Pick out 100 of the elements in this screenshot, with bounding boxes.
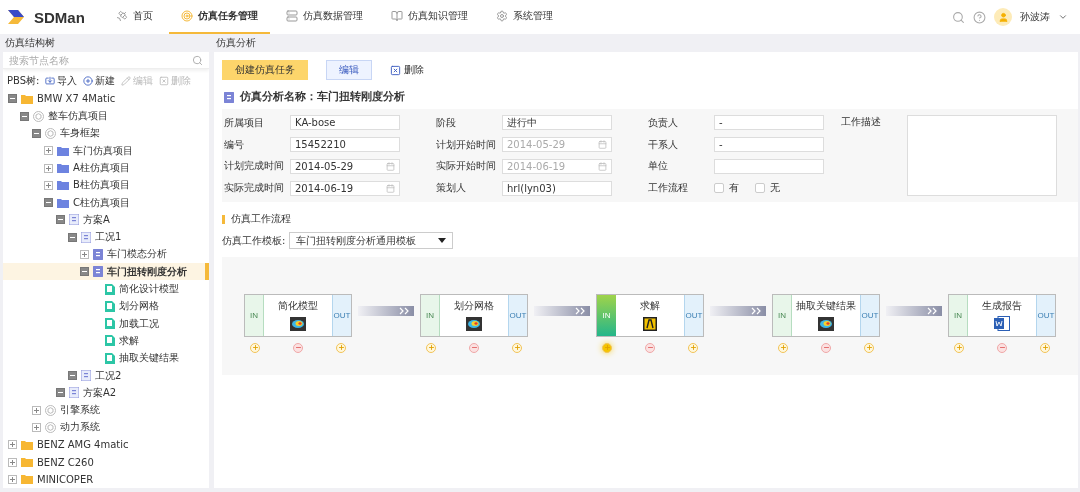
search-icon[interactable]: [952, 10, 965, 24]
tree-item[interactable]: B柱仿真项目: [3, 176, 209, 194]
tree-item[interactable]: 车门模态分析: [3, 245, 209, 264]
toolbar-action[interactable]: 导入: [45, 74, 78, 89]
field-label: 仿真工作模板:: [222, 233, 286, 248]
remove-button[interactable]: [469, 342, 479, 353]
document-icon: [105, 335, 115, 347]
search-icon[interactable]: [192, 54, 203, 66]
tree-item[interactable]: 工况2: [3, 366, 209, 385]
tree-item[interactable]: 车门扭转刚度分析: [3, 263, 209, 281]
remove-button[interactable]: [821, 342, 831, 353]
tree-item[interactable]: 简化设计模型: [3, 280, 209, 298]
tree-item[interactable]: 工况1: [3, 228, 209, 246]
add-button[interactable]: [688, 342, 698, 353]
add-button[interactable]: [602, 342, 612, 353]
tree-item[interactable]: 动力系统: [3, 418, 209, 437]
search-field[interactable]: 搜索节点名称: [9, 54, 192, 66]
help-icon[interactable]: [973, 10, 986, 24]
checkbox[interactable]: [714, 183, 724, 194]
tree-item[interactable]: A柱仿真项目: [3, 159, 209, 177]
template-select[interactable]: 车门扭转刚度分析通用模板: [289, 232, 454, 249]
tree-item[interactable]: 划分网格: [3, 297, 209, 316]
tree-item[interactable]: MINICOPER: [3, 470, 209, 488]
remove-button[interactable]: [997, 342, 1007, 353]
user-name[interactable]: 孙波涛: [1020, 10, 1050, 24]
add-button[interactable]: [864, 342, 874, 353]
avatar-icon[interactable]: [994, 8, 1012, 26]
expand-icon[interactable]: [32, 422, 41, 432]
workflow-node[interactable]: IN 求解 OUT: [596, 293, 704, 337]
expand-icon[interactable]: [44, 146, 53, 156]
calendar-icon[interactable]: [386, 183, 395, 193]
tree-item[interactable]: 抽取关键结果: [3, 349, 209, 367]
collapse-icon[interactable]: [8, 94, 17, 104]
workflow-node[interactable]: IN 划分网格 OUT: [420, 293, 528, 337]
date-field[interactable]: 2014-06-19: [290, 180, 400, 196]
minus-icon: [998, 344, 1006, 351]
tree-item[interactable]: 方案A: [3, 211, 209, 229]
input-field[interactable]: [714, 158, 824, 174]
tree-item[interactable]: BMW X7 4Matic: [3, 90, 209, 108]
input-field[interactable]: -: [714, 137, 824, 153]
input-field[interactable]: 进行中: [502, 115, 612, 131]
workflow-node[interactable]: IN 简化模型 OUT: [244, 293, 352, 337]
workflow-node[interactable]: IN 抽取关键结果 OUT: [772, 293, 880, 337]
add-button[interactable]: [250, 342, 260, 353]
collapse-icon[interactable]: [56, 388, 65, 398]
collapse-icon[interactable]: [80, 267, 89, 277]
tree-item[interactable]: 引擎系统: [3, 401, 209, 419]
add-button[interactable]: [426, 342, 436, 353]
input-field[interactable]: -: [714, 115, 824, 131]
expand-icon[interactable]: [8, 457, 17, 467]
input-field[interactable]: hrl(lyn03): [502, 180, 612, 196]
tree-item[interactable]: BENZ C260: [3, 453, 209, 471]
add-button[interactable]: [336, 342, 346, 353]
expand-icon[interactable]: [80, 250, 89, 259]
add-button[interactable]: [512, 342, 522, 353]
tree-item[interactable]: 车门仿真项目: [3, 142, 209, 160]
nav-tab[interactable]: 系统管理: [484, 0, 565, 34]
remove-button[interactable]: [293, 342, 303, 353]
tree-item[interactable]: 车身框架: [3, 124, 209, 143]
nav-tab[interactable]: 仿真数据管理: [274, 0, 375, 34]
pencil-icon: [121, 76, 132, 87]
checkbox[interactable]: [755, 183, 765, 194]
input-field[interactable]: 15452210: [290, 137, 400, 153]
edit-button[interactable]: 编辑: [326, 60, 372, 80]
nav-tab[interactable]: 仿真知识管理: [379, 0, 480, 34]
date-field[interactable]: 2014-05-29: [290, 158, 400, 174]
add-button[interactable]: [1040, 342, 1050, 353]
expand-icon[interactable]: [8, 440, 17, 450]
document-icon: [93, 266, 103, 278]
expand-icon[interactable]: [8, 474, 17, 484]
collapse-icon[interactable]: [56, 215, 65, 225]
add-button[interactable]: [778, 342, 788, 353]
nav-tab[interactable]: 仿真任务管理: [169, 0, 270, 34]
delete-button[interactable]: 删除: [384, 62, 430, 78]
tree-item[interactable]: 整车仿真项目: [3, 107, 209, 125]
document-icon: [105, 300, 115, 312]
collapse-icon[interactable]: [20, 111, 29, 121]
caret-icon[interactable]: [1058, 12, 1068, 22]
expand-icon[interactable]: [32, 405, 41, 415]
field-label: 干系人: [648, 137, 679, 152]
input-field[interactable]: KA-bose: [290, 115, 400, 131]
remove-button[interactable]: [645, 342, 655, 353]
collapse-icon[interactable]: [68, 232, 77, 242]
workflow-node[interactable]: IN 生成报告 OUT: [948, 293, 1056, 337]
add-button[interactable]: [954, 342, 964, 353]
collapse-icon[interactable]: [44, 198, 53, 208]
create-button[interactable]: 创建仿真任务: [222, 60, 308, 80]
document-icon: [93, 249, 103, 260]
tree-item[interactable]: BENZ AMG 4matic: [3, 436, 209, 454]
collapse-icon[interactable]: [68, 371, 77, 381]
toolbar-action[interactable]: 新建: [83, 74, 116, 89]
nav-tab[interactable]: 首页: [104, 0, 165, 34]
expand-icon[interactable]: [44, 163, 53, 173]
calendar-icon[interactable]: [386, 161, 395, 171]
tree-item[interactable]: C柱仿真项目: [3, 193, 209, 212]
collapse-icon[interactable]: [32, 128, 41, 138]
expand-icon[interactable]: [44, 180, 53, 190]
tree-item[interactable]: 加载工况: [3, 315, 209, 333]
tree-item[interactable]: 求解: [3, 332, 209, 350]
tree-item[interactable]: 方案A2: [3, 384, 209, 402]
